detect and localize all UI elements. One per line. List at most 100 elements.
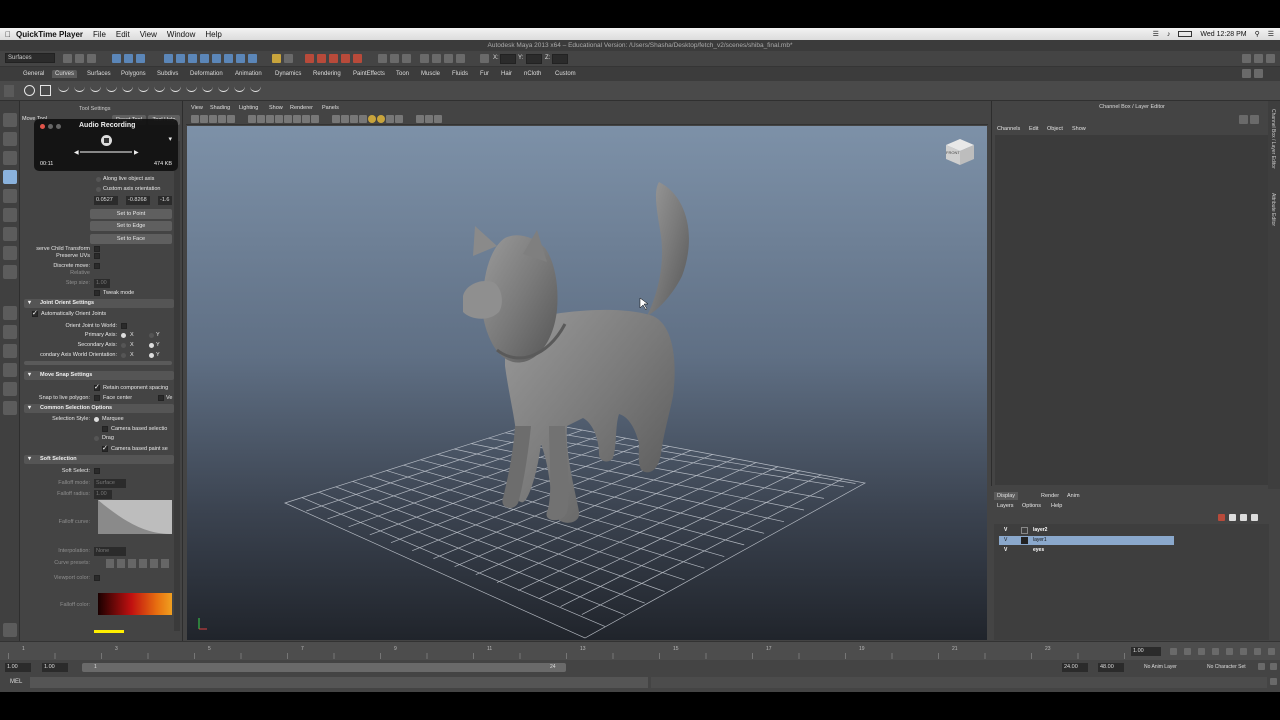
battery-icon[interactable] (1178, 31, 1193, 37)
go-to-start-icon[interactable] (1170, 648, 1177, 655)
move-snap-settings-section[interactable]: Move Snap Settings (24, 371, 174, 380)
manipulator-tool-icon[interactable] (3, 227, 17, 241)
pick-dynamics-icon[interactable] (224, 54, 233, 63)
side-tab-channel-box[interactable]: Channel Box / Layer Editor (1270, 109, 1276, 169)
viewport-menu-renderer[interactable]: Renderer (290, 105, 313, 111)
viewport-color-checkbox[interactable] (94, 575, 100, 581)
preserve-uvs-checkbox[interactable] (94, 253, 100, 259)
shelf-tab-rendering[interactable]: Rendering (310, 70, 344, 78)
soft-selection-section[interactable]: Soft Selection (24, 455, 174, 464)
bookmarks-icon[interactable] (209, 115, 217, 123)
ambient-occlusion-icon[interactable] (386, 115, 394, 123)
custom-axis-radio[interactable] (96, 187, 101, 192)
hypershade-layout-icon[interactable] (3, 363, 17, 377)
render-settings-icon[interactable] (456, 54, 465, 63)
channel-box-menu-show[interactable]: Show (1072, 126, 1086, 132)
viewport-menu-panels[interactable]: Panels (322, 105, 339, 111)
last-tool-icon[interactable] (3, 246, 17, 260)
along-live-axis-radio[interactable] (96, 177, 101, 182)
nurbs-square-icon[interactable] (40, 85, 51, 96)
shelf-menu-icon[interactable] (4, 85, 14, 97)
pick-curves-icon[interactable] (188, 54, 197, 63)
channel-box-area[interactable] (995, 135, 1270, 485)
channel-box-menu-object[interactable]: Object (1047, 126, 1063, 132)
secondary-world-x-radio[interactable] (121, 353, 126, 358)
camera-attributes-icon[interactable] (200, 115, 208, 123)
menu-file[interactable]: File (93, 30, 106, 39)
current-frame-field[interactable]: 1.00 (1131, 647, 1161, 656)
move-layer-up-icon[interactable] (1218, 514, 1225, 521)
retain-spacing-checkbox[interactable] (94, 383, 100, 391)
shelf-tab-curves[interactable]: Curves (52, 70, 78, 78)
persp-outliner-layout-icon[interactable] (3, 325, 17, 339)
new-scene-icon[interactable] (63, 54, 72, 63)
menu-view[interactable]: View (140, 30, 157, 39)
shelf-tab-fluids[interactable]: Fluids (449, 70, 471, 78)
orient-joint-world-checkbox[interactable] (121, 323, 127, 329)
tool-settings-vscrollbar[interactable] (174, 141, 180, 631)
lasso-tool-icon[interactable] (3, 132, 17, 146)
xray-joints-icon[interactable] (434, 115, 442, 123)
falloff-color-swatch[interactable] (94, 630, 124, 633)
bezier-curve-icon[interactable] (250, 85, 261, 92)
gate-mask-icon[interactable] (275, 115, 283, 123)
move-layer-down-icon[interactable] (1229, 514, 1236, 521)
discrete-move-checkbox[interactable] (94, 263, 100, 269)
soft-select-checkbox[interactable] (94, 468, 100, 474)
layer-type-swatch[interactable] (1021, 547, 1028, 554)
layer-row[interactable]: V layer2 (999, 526, 1174, 535)
falloff-curve-graph[interactable] (98, 500, 172, 534)
step-forward-frame-icon[interactable] (1240, 648, 1247, 655)
shelf-tab-toon[interactable]: Toon (393, 70, 412, 78)
shelf-tab-painteffects[interactable]: PaintEffects (350, 70, 388, 78)
isolate-select-icon[interactable] (416, 115, 424, 123)
layer-name[interactable]: layer1 (1033, 537, 1047, 543)
set-to-point-button[interactable]: Set to Point (90, 209, 172, 219)
pick-joints-icon[interactable] (176, 54, 185, 63)
menu-window[interactable]: Window (167, 30, 195, 39)
play-forwards-icon[interactable] (1226, 648, 1233, 655)
minimize-icon[interactable] (48, 124, 53, 129)
animation-preferences-icon[interactable] (1270, 663, 1277, 670)
wifi-icon[interactable]: ☰ (1153, 30, 1159, 38)
record-stop-button[interactable] (101, 135, 112, 146)
grid-icon[interactable] (248, 115, 256, 123)
history-icon[interactable] (402, 54, 411, 63)
anim-layer-dropdown[interactable]: No Anim Layer (1144, 664, 1177, 670)
zoom-icon[interactable] (56, 124, 61, 129)
outliner-layout-icon[interactable] (3, 382, 17, 396)
detach-curves-icon[interactable] (138, 85, 149, 92)
preserve-child-transform-checkbox[interactable] (94, 246, 100, 252)
tool-settings-hscrollbar[interactable] (24, 361, 172, 365)
script-editor-icon[interactable] (1270, 678, 1277, 685)
use-all-lights-icon[interactable] (359, 115, 367, 123)
safe-action-icon[interactable] (293, 115, 301, 123)
layer-row[interactable]: V layer1 (999, 536, 1174, 545)
safe-title-icon[interactable] (302, 115, 310, 123)
make-live-icon[interactable] (353, 54, 362, 63)
shelf-tab-ncloth[interactable]: nCloth (521, 70, 544, 78)
wireframe-on-shaded-icon[interactable] (341, 115, 349, 123)
auto-orient-joints-checkbox[interactable] (32, 309, 38, 317)
shiba-dog-model[interactable] (463, 182, 689, 523)
xray-icon[interactable] (425, 115, 433, 123)
play-backwards-icon[interactable] (1212, 648, 1219, 655)
cv-curve-icon[interactable] (58, 85, 69, 92)
channel-box-menu-edit[interactable]: Edit (1029, 126, 1038, 132)
shelf-tab-animation[interactable]: Animation (232, 70, 265, 78)
wireframe-icon[interactable] (311, 115, 319, 123)
persp-graph-layout-icon[interactable] (3, 344, 17, 358)
perspective-viewport[interactable] (187, 126, 987, 640)
rebuild-curve-icon[interactable] (202, 85, 213, 92)
snap-view-plane-icon[interactable] (341, 54, 350, 63)
channel-box-menu-channels[interactable]: Channels (997, 126, 1020, 132)
apple-icon[interactable]:  (0, 30, 16, 39)
offset-curve-icon[interactable] (186, 85, 197, 92)
layer-visibility-toggle[interactable]: V (1004, 547, 1007, 553)
new-empty-layer-icon[interactable] (1240, 514, 1247, 521)
layer-visibility-toggle[interactable]: V (1004, 537, 1007, 543)
render-view-icon[interactable] (420, 54, 429, 63)
viewport-menu-view[interactable]: View (191, 105, 203, 111)
shelf-tab-dynamics[interactable]: Dynamics (272, 70, 304, 78)
step-size-field[interactable]: 1.00 (94, 279, 110, 288)
